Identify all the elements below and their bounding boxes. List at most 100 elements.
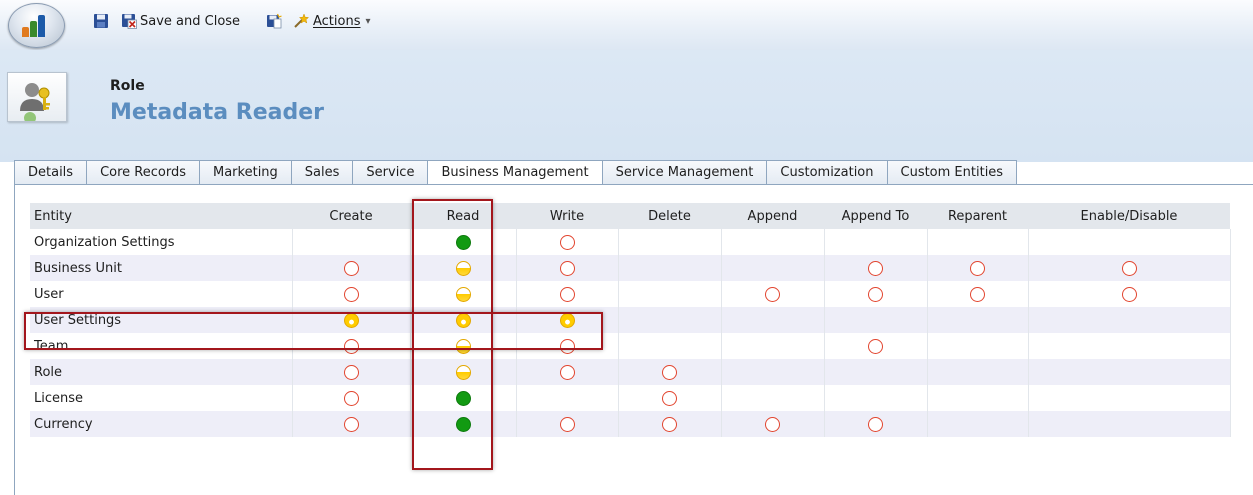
enable-disable-privilege-cell[interactable] xyxy=(1028,255,1231,281)
tab-sales[interactable]: Sales xyxy=(290,160,353,185)
read-privilege-cell[interactable] xyxy=(410,255,517,281)
privilege-none-icon[interactable] xyxy=(868,286,883,302)
privilege-none-icon[interactable] xyxy=(559,364,575,380)
save-button[interactable] xyxy=(93,10,109,32)
privilege-none-icon[interactable] xyxy=(343,338,359,354)
append-to-privilege-cell[interactable] xyxy=(824,411,928,437)
read-privilege-cell[interactable] xyxy=(410,385,517,411)
append-to-privilege-cell[interactable] xyxy=(824,333,928,359)
tab-service-management[interactable]: Service Management xyxy=(601,160,767,185)
privilege-none-icon[interactable] xyxy=(1121,260,1137,276)
tab-marketing[interactable]: Marketing xyxy=(199,160,291,185)
create-privilege-cell[interactable] xyxy=(292,385,411,411)
entity-name-cell: Role xyxy=(30,359,293,385)
privilege-business-unit-icon[interactable] xyxy=(455,338,471,354)
write-privilege-cell xyxy=(516,385,619,411)
append-privilege-cell xyxy=(721,359,825,385)
save-and-new-button[interactable] xyxy=(266,10,282,32)
privilege-user-icon[interactable] xyxy=(343,312,359,328)
privilege-user-icon[interactable] xyxy=(455,312,471,328)
privilege-none-icon[interactable] xyxy=(343,364,359,380)
write-privilege-cell[interactable] xyxy=(516,281,619,307)
tab-customization[interactable]: Customization xyxy=(766,160,887,185)
column-header-append: Append xyxy=(721,203,824,229)
privilege-none-icon[interactable] xyxy=(765,286,780,302)
tab-details[interactable]: Details xyxy=(14,160,87,185)
delete-privilege-cell xyxy=(618,229,722,255)
privilege-business-unit-icon[interactable] xyxy=(455,364,471,380)
privilege-none-icon[interactable] xyxy=(765,416,780,432)
write-privilege-cell[interactable] xyxy=(516,333,619,359)
privilege-none-icon[interactable] xyxy=(970,260,985,276)
privilege-none-icon[interactable] xyxy=(868,338,883,354)
privilege-business-unit-icon[interactable] xyxy=(455,286,471,302)
write-privilege-cell[interactable] xyxy=(516,229,619,255)
write-privilege-cell[interactable] xyxy=(516,411,619,437)
table-row: Organization Settings xyxy=(30,229,1231,255)
enable-disable-privilege-cell xyxy=(1028,385,1231,411)
create-privilege-cell[interactable] xyxy=(292,333,411,359)
read-privilege-cell[interactable] xyxy=(410,333,517,359)
read-privilege-cell[interactable] xyxy=(410,229,517,255)
save-icon xyxy=(93,13,109,29)
tab-business-management[interactable]: Business Management xyxy=(427,160,602,186)
actions-menu-button[interactable]: Actions ▾ xyxy=(293,10,371,32)
read-privilege-cell[interactable] xyxy=(410,307,517,333)
privilege-none-icon[interactable] xyxy=(559,286,575,302)
save-and-close-button[interactable]: Save and Close xyxy=(121,10,240,32)
privilege-none-icon[interactable] xyxy=(868,260,883,276)
privilege-organization-icon[interactable] xyxy=(455,390,471,406)
delete-privilege-cell[interactable] xyxy=(618,411,722,437)
privilege-none-icon[interactable] xyxy=(559,260,575,276)
write-privilege-cell[interactable] xyxy=(516,255,619,281)
privilege-none-icon[interactable] xyxy=(1121,286,1137,302)
write-privilege-cell[interactable] xyxy=(516,307,619,333)
append-to-privilege-cell[interactable] xyxy=(824,255,928,281)
delete-privilege-cell xyxy=(618,333,722,359)
grid-header-row: Entity Create Read Write Delete Append A… xyxy=(30,203,1230,229)
entity-name-cell: Business Unit xyxy=(30,255,293,281)
privilege-none-icon[interactable] xyxy=(343,260,359,276)
privilege-organization-icon[interactable] xyxy=(455,416,471,432)
actions-wand-icon xyxy=(293,13,310,29)
append-privilege-cell[interactable] xyxy=(721,281,825,307)
read-privilege-cell[interactable] xyxy=(410,281,517,307)
delete-privilege-cell[interactable] xyxy=(618,359,722,385)
enable-disable-privilege-cell[interactable] xyxy=(1028,281,1231,307)
append-to-privilege-cell[interactable] xyxy=(824,281,928,307)
create-privilege-cell[interactable] xyxy=(292,411,411,437)
privilege-none-icon[interactable] xyxy=(662,390,677,406)
privilege-none-icon[interactable] xyxy=(970,286,985,302)
delete-privilege-cell xyxy=(618,255,722,281)
privilege-none-icon[interactable] xyxy=(559,338,575,354)
privilege-none-icon[interactable] xyxy=(559,234,575,250)
privilege-organization-icon[interactable] xyxy=(455,234,471,250)
create-privilege-cell[interactable] xyxy=(292,255,411,281)
privilege-none-icon[interactable] xyxy=(662,416,677,432)
command-bar: Save and Close Actions ▾ xyxy=(0,0,1253,51)
tab-custom-entities[interactable]: Custom Entities xyxy=(886,160,1018,185)
append-privilege-cell[interactable] xyxy=(721,411,825,437)
privilege-business-unit-icon[interactable] xyxy=(455,260,471,276)
application-orb-button[interactable] xyxy=(8,3,65,48)
enable-disable-privilege-cell xyxy=(1028,333,1231,359)
read-privilege-cell[interactable] xyxy=(410,359,517,385)
tab-service[interactable]: Service xyxy=(352,160,428,185)
tab-core-records[interactable]: Core Records xyxy=(86,160,199,185)
delete-privilege-cell[interactable] xyxy=(618,385,722,411)
reparent-privilege-cell[interactable] xyxy=(927,255,1029,281)
privilege-none-icon[interactable] xyxy=(868,416,883,432)
create-privilege-cell[interactable] xyxy=(292,281,411,307)
create-privilege-cell[interactable] xyxy=(292,359,411,385)
privilege-none-icon[interactable] xyxy=(343,416,359,432)
privilege-user-icon[interactable] xyxy=(559,312,575,328)
write-privilege-cell[interactable] xyxy=(516,359,619,385)
privilege-none-icon[interactable] xyxy=(343,286,359,302)
read-privilege-cell[interactable] xyxy=(410,411,517,437)
actions-label: Actions xyxy=(313,13,361,29)
create-privilege-cell[interactable] xyxy=(292,307,411,333)
privilege-none-icon[interactable] xyxy=(559,416,575,432)
reparent-privilege-cell[interactable] xyxy=(927,281,1029,307)
privilege-none-icon[interactable] xyxy=(662,364,677,380)
privilege-none-icon[interactable] xyxy=(343,390,359,406)
